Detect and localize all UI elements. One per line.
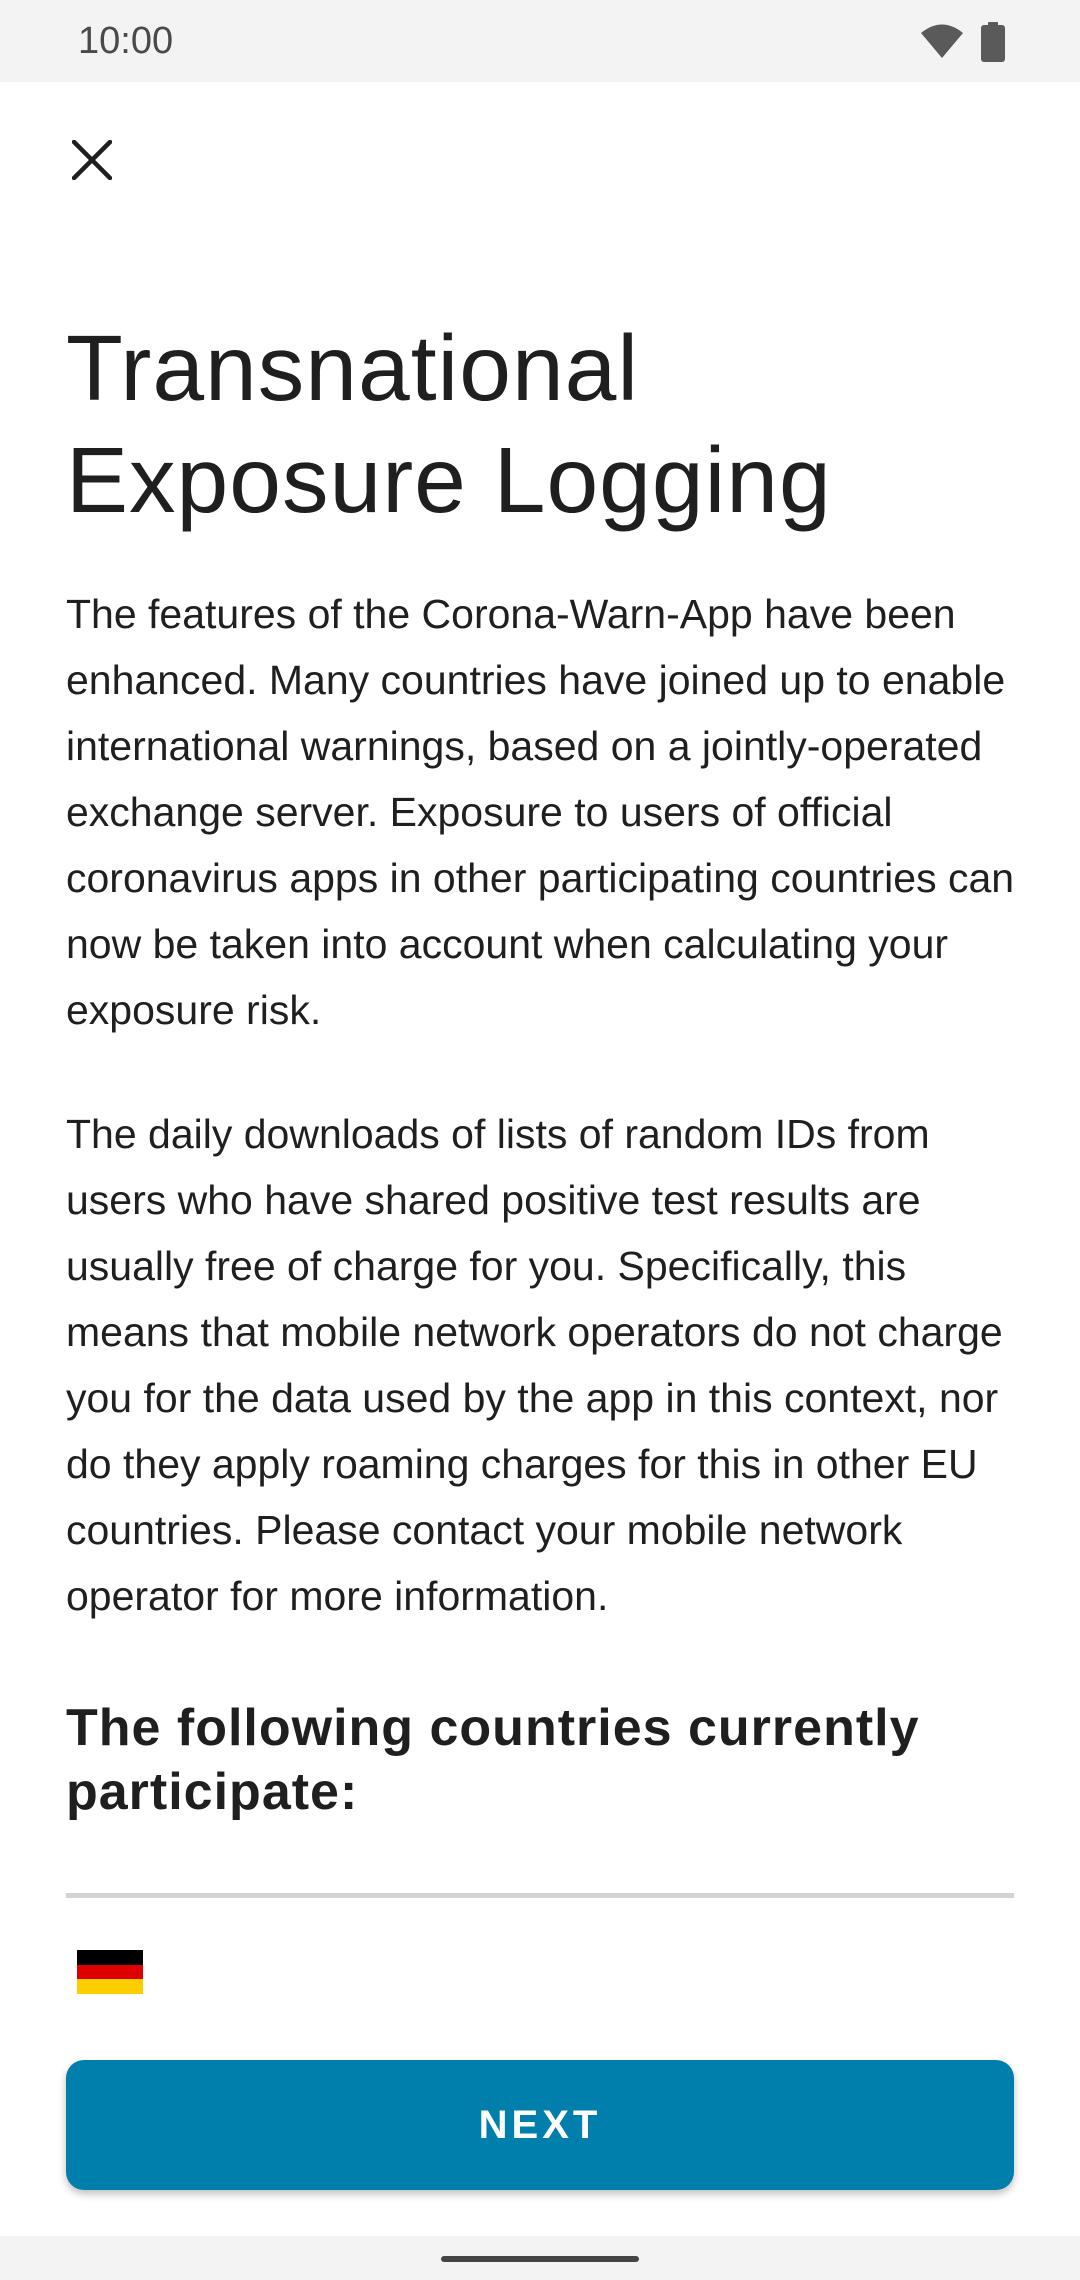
status-time: 10:00 [78, 20, 174, 62]
divider [66, 1893, 1014, 1898]
germany-flag-icon [77, 1950, 143, 1994]
data-usage-paragraph: The daily downloads of lists of random I… [66, 1111, 1003, 1619]
status-bar: 10:00 [0, 0, 1080, 82]
page-title-line-1: Transnational [66, 316, 640, 420]
close-button[interactable] [56, 124, 128, 196]
flag-stripe-gold [77, 1979, 143, 1994]
flag-stripe-black [77, 1950, 143, 1965]
next-button[interactable]: NEXT [66, 2060, 1014, 2190]
page-title-line-2: Exposure Logging [66, 428, 832, 532]
page-title: Transnational Exposure Logging [66, 312, 1026, 536]
navigation-bar [0, 2236, 1080, 2280]
screen: 10:00 Transnational Exposure Logging The… [0, 0, 1080, 2280]
battery-icon [981, 22, 1005, 62]
flag-stripe-red [77, 1964, 143, 1980]
intro-paragraph: The features of the Corona-Warn-App have… [66, 591, 1015, 1033]
countries-heading: The following countries currently partic… [66, 1699, 920, 1821]
home-gesture-handle[interactable] [441, 2256, 639, 2262]
close-icon [72, 140, 112, 180]
wifi-icon [921, 24, 963, 58]
